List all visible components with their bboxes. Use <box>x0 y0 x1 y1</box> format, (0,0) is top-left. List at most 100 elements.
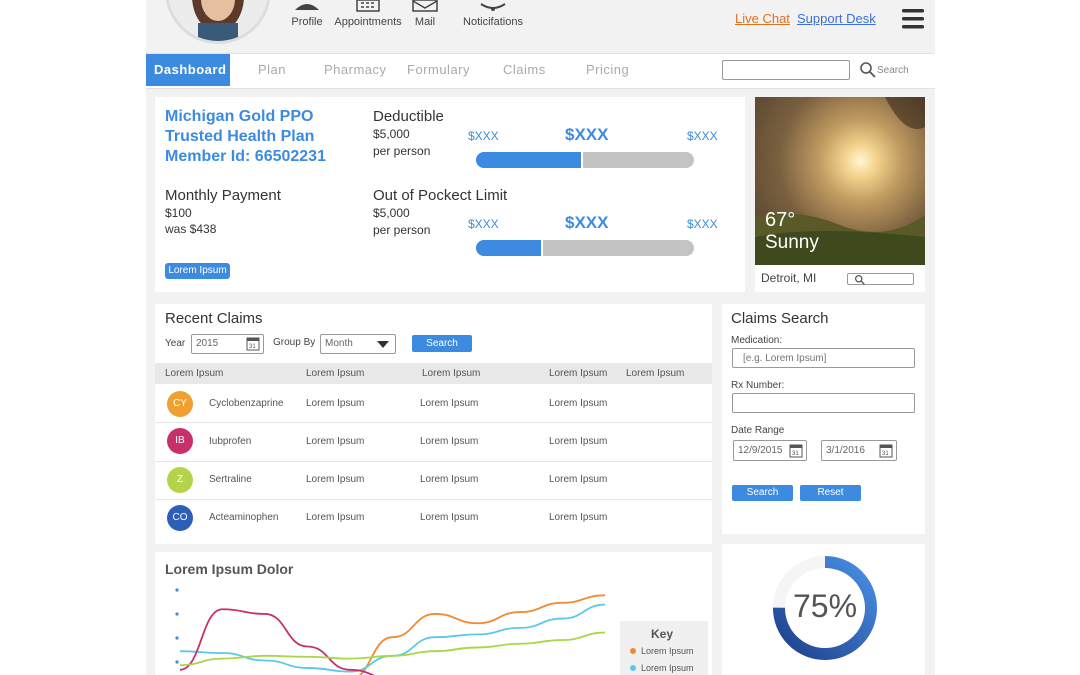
claim-cell: Lorem Ipsum <box>549 436 608 447</box>
line-chart <box>175 588 606 675</box>
weather-condition: Sunny <box>765 232 819 253</box>
weather-temp: 67° <box>765 209 796 231</box>
oop-max: $XXX <box>687 217 718 231</box>
chevron-down-icon <box>377 341 389 348</box>
medication-input[interactable] <box>732 348 915 368</box>
search-icon <box>860 62 876 78</box>
nav-search-button[interactable]: Search <box>860 61 920 79</box>
oop-unit: per person <box>373 223 431 237</box>
location-search-input[interactable] <box>847 273 914 285</box>
tab-dashboard[interactable]: Dashboard <box>146 54 230 86</box>
y-axis-tick <box>175 636 179 640</box>
menu-icon <box>902 9 924 29</box>
claim-cell: Lorem Ipsum <box>306 474 365 485</box>
claim-cell: Lorem Ipsum <box>420 398 479 409</box>
notifications-label: Noticifations <box>463 16 523 28</box>
svg-text:31: 31 <box>792 451 799 457</box>
calendar-icon: 31 <box>789 444 803 458</box>
chart-key-item: Lorem Ipsum <box>630 646 694 656</box>
deductible-title: Deductible <box>373 108 444 125</box>
monthly-payment-title: Monthly Payment <box>165 187 281 204</box>
hamburger-menu-button[interactable] <box>902 8 924 30</box>
nav-search-input[interactable] <box>722 60 850 80</box>
nav-search-label: Search <box>877 65 909 76</box>
deductible-max: $XXX <box>687 129 718 143</box>
claim-cell: Lorem Ipsum <box>549 512 608 523</box>
chart-title: Lorem Ipsum Dolor <box>165 561 294 577</box>
chart-key: Key Lorem Ipsum Lorem Ipsum <box>620 621 708 675</box>
claims-search-title: Claims Search <box>731 310 829 327</box>
support-desk-link[interactable]: Support Desk <box>797 11 876 26</box>
tab-pricing[interactable]: Pricing <box>586 54 629 86</box>
group-by-value: Month <box>325 338 353 349</box>
claim-cell: Lorem Ipsum <box>420 512 479 523</box>
claim-drug-name[interactable]: Acteaminophen <box>209 512 279 523</box>
claim-avatar: CY <box>167 391 193 417</box>
oop-min: $XXX <box>468 217 499 231</box>
claim-drug-name[interactable]: Sertraline <box>209 474 252 485</box>
date-from-input[interactable]: 12/9/2015 31 <box>733 440 807 461</box>
calendar-icon: 31 <box>879 444 893 458</box>
claim-drug-name[interactable]: Cyclobenzaprine <box>209 398 284 409</box>
weather-image: 67° Sunny <box>755 97 925 265</box>
plan-badge-button[interactable]: Lorem Ipsum <box>165 263 230 279</box>
recent-claims-search-button[interactable]: Search <box>412 335 472 352</box>
date-to-value: 3/1/2016 <box>826 445 865 456</box>
rx-number-input[interactable] <box>732 393 915 413</box>
appointments-label: Appointments <box>334 16 402 28</box>
oop-value: $5,000 <box>373 206 410 220</box>
claim-cell: Lorem Ipsum <box>549 398 608 409</box>
table-header-cell: Lorem Ipsum <box>306 368 365 379</box>
table-header-cell: Lorem Ipsum <box>549 368 608 379</box>
claim-cell: Lorem Ipsum <box>306 512 365 523</box>
topbar-notifications[interactable]: Noticifations <box>460 0 526 30</box>
claim-drug-name[interactable]: Iubprofen <box>209 436 251 447</box>
claim-avatar: CO <box>167 505 193 531</box>
profile-label: Profile <box>291 16 323 28</box>
year-label: Year <box>165 338 186 349</box>
table-header-cell: Lorem Ipsum <box>422 368 481 379</box>
plan-name: Michigan Gold PPO <box>165 108 314 125</box>
live-chat-link[interactable]: Live Chat <box>735 11 790 26</box>
group-by-label: Group By <box>273 337 316 348</box>
deductible-current: $XXX <box>565 125 609 144</box>
deductible-min: $XXX <box>468 129 499 143</box>
claim-cell: Lorem Ipsum <box>306 436 365 447</box>
deductible-value: $5,000 <box>373 127 410 141</box>
topbar-mail[interactable]: Mail <box>408 0 442 30</box>
member-id: Member Id: 66502231 <box>165 148 326 165</box>
series-line-0 <box>358 594 606 675</box>
date-to-input[interactable]: 3/1/2016 31 <box>821 440 897 461</box>
topbar-profile[interactable]: Profile <box>287 0 327 30</box>
group-by-select[interactable]: Month <box>320 334 396 354</box>
weather-location: Detroit, MI <box>761 271 817 285</box>
tab-pharmacy[interactable]: Pharmacy <box>324 54 387 86</box>
oop-title: Out of Pockect Limit <box>373 187 508 204</box>
user-icon <box>295 4 319 10</box>
row-divider <box>155 422 712 423</box>
calendar-icon <box>356 0 380 12</box>
date-from-value: 12/9/2015 <box>738 445 783 456</box>
claims-reset-button[interactable]: Reset <box>800 485 861 501</box>
tab-formulary[interactable]: Formulary <box>407 54 470 86</box>
claims-search-button[interactable]: Search <box>732 485 793 501</box>
table-header-cell: Lorem Ipsum <box>165 368 224 379</box>
key-label: Lorem Ipsum <box>641 663 694 673</box>
tab-plan[interactable]: Plan <box>258 54 286 86</box>
plan-provider: Trusted Health Plan <box>165 128 315 145</box>
svg-text:31: 31 <box>882 451 889 457</box>
mail-icon <box>412 0 438 12</box>
monthly-payment-value: $100 <box>165 206 192 220</box>
topbar-appointments[interactable]: Appointments <box>334 0 402 30</box>
y-axis-tick <box>175 612 179 616</box>
year-input[interactable]: 2015 31 <box>191 334 264 354</box>
y-axis-tick <box>175 660 179 664</box>
claim-avatar: IB <box>167 428 193 454</box>
deductible-progress-bar <box>476 152 694 168</box>
y-axis-tick <box>175 588 179 592</box>
claim-avatar: Z <box>167 467 193 493</box>
tab-claims[interactable]: Claims <box>503 54 546 86</box>
progress-value: 75% <box>792 588 858 624</box>
calendar-icon: 31 <box>246 337 260 351</box>
claim-cell: Lorem Ipsum <box>306 398 365 409</box>
